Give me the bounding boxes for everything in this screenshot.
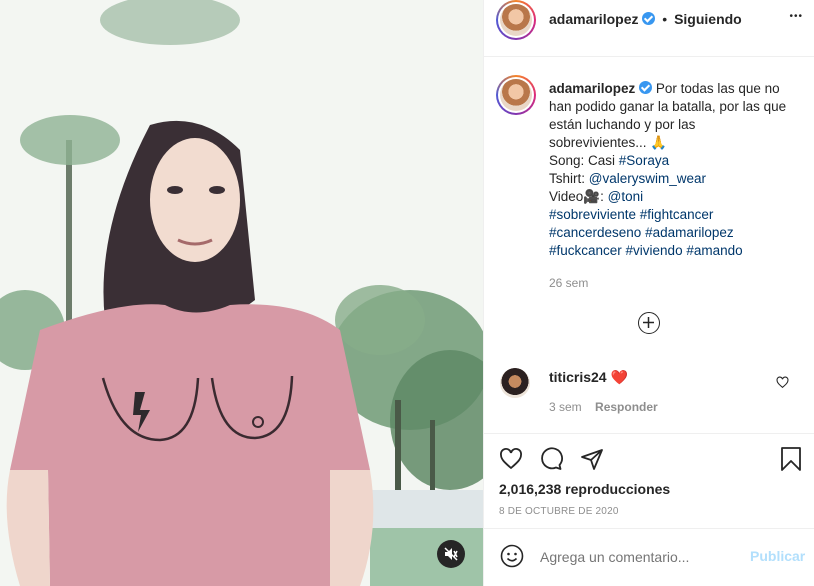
caption-tshirt-line: Tshirt: @valeryswim_wear: [549, 171, 706, 186]
mention-link[interactable]: @toni: [608, 189, 643, 204]
caption-avatar-ring[interactable]: [496, 75, 536, 115]
header-avatar-ring[interactable]: [496, 0, 536, 40]
load-more-comments-button[interactable]: [638, 312, 660, 334]
mute-button[interactable]: [437, 540, 465, 568]
reply-button[interactable]: Responder: [595, 400, 658, 414]
save-bookmark-icon[interactable]: [779, 446, 803, 472]
commenter-avatar[interactable]: [500, 368, 530, 398]
header-username[interactable]: adamarilopez: [549, 11, 638, 27]
verified-badge-icon: [642, 12, 656, 25]
share-send-icon[interactable]: [579, 447, 605, 471]
comment-bubble-icon[interactable]: [538, 447, 564, 471]
hashtag-link[interactable]: #Soraya: [619, 153, 669, 168]
hashtags-line[interactable]: #cancerdeseno #adamarilopez: [549, 224, 794, 242]
comment-item: titicris24 ❤️ 3 sem Responder: [484, 360, 814, 420]
like-heart-icon[interactable]: [498, 447, 524, 471]
caption-username[interactable]: adamarilopez: [549, 81, 635, 96]
comment-heart-emoji: ❤️: [610, 369, 628, 385]
hashtags-line[interactable]: #sobreviviente #fightcancer: [549, 206, 794, 224]
avatar: [500, 79, 532, 111]
views-count[interactable]: 2,016,238 reproducciones: [499, 481, 670, 497]
comment-age: 3 sem: [549, 400, 582, 414]
post-header: adamarilopez • Siguiendo •••: [484, 0, 814, 56]
comment-username[interactable]: titicris24: [549, 369, 607, 385]
follow-status-button[interactable]: Siguiendo: [674, 11, 742, 27]
like-comment-heart-icon[interactable]: [776, 376, 789, 389]
caption: adamarilopez Por todas las que no han po…: [549, 80, 794, 292]
video-frame: [0, 0, 483, 586]
speaker-muted-icon: [444, 547, 458, 561]
mention-link[interactable]: @valeryswim_wear: [589, 171, 706, 186]
post-video[interactable]: [0, 0, 483, 586]
caption-age: 26 sem: [549, 276, 589, 290]
caption-song-line: Song: Casi #Soraya: [549, 153, 670, 168]
comment-input[interactable]: [538, 545, 742, 569]
caption-video-line: Video🎥: @toni: [549, 189, 644, 204]
emoji-icon[interactable]: [500, 544, 524, 568]
hashtags-line[interactable]: #fuckcancer #viviendo #amando: [549, 242, 794, 260]
plus-icon: [643, 317, 654, 328]
avatar: [500, 4, 532, 36]
follow-separator: •: [662, 11, 668, 27]
more-options-icon[interactable]: •••: [789, 11, 803, 22]
post-date: 8 DE OCTUBRE DE 2020: [499, 506, 619, 517]
publish-button[interactable]: Publicar: [750, 548, 805, 564]
verified-badge-icon: [639, 81, 653, 94]
post-side-panel: adamarilopez • Siguiendo ••• adamarilope…: [483, 0, 814, 586]
